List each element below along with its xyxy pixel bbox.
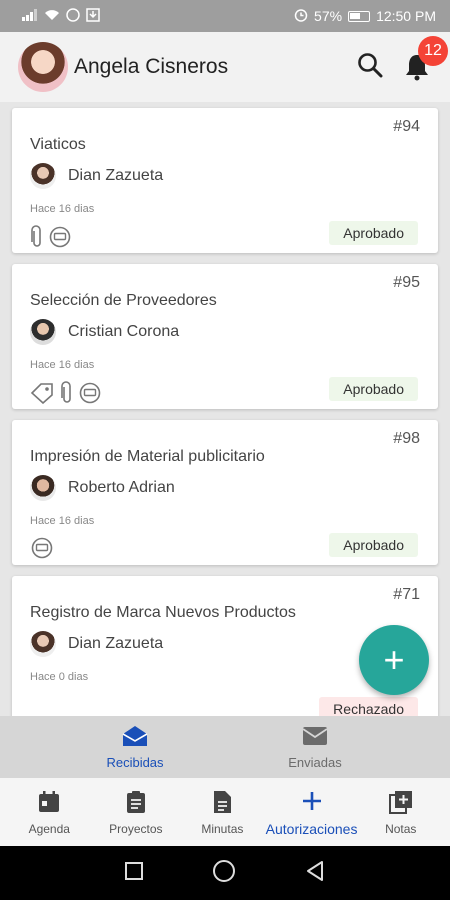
header-actions: 12	[356, 36, 448, 84]
authorization-card[interactable]: #94 Viaticos Dian Zazueta Hace 16 dias A…	[12, 108, 438, 253]
nav-label: Agenda	[28, 821, 70, 836]
calendar-icon	[36, 789, 62, 822]
system-nav-bar	[0, 846, 450, 900]
nav-item-agenda[interactable]: Agenda	[6, 778, 93, 846]
tab-label: Enviadas	[288, 755, 342, 770]
plus-icon: +	[383, 639, 405, 680]
card-id: #94	[393, 118, 420, 135]
card-title: Selección de Proveedores	[30, 292, 217, 309]
status-badge: Aprobado	[329, 533, 418, 557]
card-title: Registro de Marca Nuevos Productos	[30, 604, 296, 621]
card-person: Roberto Adrian	[30, 475, 175, 501]
nav-item-autorizaciones[interactable]: Autorizaciones	[265, 778, 358, 846]
search-icon[interactable]	[356, 51, 384, 84]
nav-item-minutas[interactable]: Minutas	[179, 778, 266, 846]
card-id: #98	[393, 430, 420, 447]
plus-icon	[299, 788, 325, 821]
person-avatar	[30, 163, 56, 189]
tab-recibidas[interactable]: Recibidas	[75, 716, 195, 778]
status-right: 57% 12:50 PM	[294, 8, 436, 25]
status-bar: 57% 12:50 PM	[0, 0, 450, 32]
recent-apps-icon[interactable]	[124, 861, 144, 886]
clipboard-icon	[123, 789, 149, 822]
card-time: Hace 0 dias	[30, 671, 89, 683]
tab-enviadas[interactable]: Enviadas	[255, 716, 375, 778]
card-person: Dian Zazueta	[30, 163, 163, 189]
person-name: Cristian Corona	[68, 323, 180, 340]
paperclip-icon	[30, 225, 44, 254]
authorization-card[interactable]: #95 Selección de Proveedores Cristian Co…	[12, 264, 438, 409]
card-person: Cristian Corona	[30, 319, 179, 345]
nav-label: Autorizaciones	[265, 820, 358, 837]
battery-icon	[348, 10, 371, 22]
download-icon	[86, 7, 100, 25]
signal-icon	[22, 8, 38, 24]
bell-icon	[402, 55, 432, 86]
authorization-list[interactable]: #94 Viaticos Dian Zazueta Hace 16 dias A…	[0, 102, 450, 716]
nav-label: Notas	[385, 821, 417, 836]
chat-icon	[78, 382, 102, 409]
person-name: Roberto Adrian	[68, 479, 175, 496]
home-icon[interactable]	[212, 859, 236, 888]
bottom-nav: Agenda Proyectos Minutas Autorizaciones …	[0, 778, 450, 846]
card-title: Viaticos	[30, 136, 86, 153]
whatsapp-icon	[66, 7, 80, 25]
card-icons	[30, 381, 102, 410]
user-name: Angela Cisneros	[74, 55, 229, 78]
status-badge: Rechazado	[319, 697, 418, 716]
document-icon	[209, 789, 235, 822]
alarm-icon	[294, 8, 308, 25]
tag-icon	[30, 382, 56, 409]
person-avatar	[30, 319, 56, 345]
back-icon[interactable]	[304, 860, 326, 887]
status-left-icons	[22, 7, 100, 25]
add-authorization-button[interactable]: +	[359, 625, 429, 695]
notification-badge: 12	[418, 36, 448, 66]
tab-label: Recibidas	[106, 755, 164, 770]
person-avatar	[30, 475, 56, 501]
person-name: Dian Zazueta	[68, 167, 164, 184]
status-time: 12:50 PM	[376, 8, 436, 24]
nav-label: Proyectos	[109, 821, 163, 836]
sub-tabs: Recibidas Enviadas	[0, 716, 450, 778]
status-badge: Aprobado	[329, 377, 418, 401]
nav-item-notas[interactable]: Notas	[357, 778, 444, 846]
card-title: Impresión de Material publicitario	[30, 448, 265, 465]
card-id: #95	[393, 274, 420, 291]
card-time: Hace 16 dias	[30, 359, 95, 371]
person-name: Dian Zazueta	[68, 635, 164, 652]
person-avatar	[30, 631, 56, 657]
app-header: Angela Cisneros 12	[0, 32, 450, 102]
card-time: Hace 16 dias	[30, 203, 95, 215]
chat-icon	[30, 537, 54, 564]
card-person: Dian Zazueta	[30, 631, 163, 657]
card-time: Hace 16 dias	[30, 515, 95, 527]
chat-icon	[48, 226, 72, 253]
user-avatar[interactable]	[18, 42, 68, 92]
paperclip-icon	[60, 381, 74, 410]
mail-icon	[301, 724, 329, 755]
card-icons	[30, 537, 54, 564]
notifications-button[interactable]: 12	[402, 36, 448, 82]
status-badge: Aprobado	[329, 221, 418, 245]
wifi-icon	[44, 8, 60, 24]
nav-item-proyectos[interactable]: Proyectos	[93, 778, 180, 846]
add-note-icon	[388, 789, 414, 822]
battery-percent: 57%	[314, 8, 343, 24]
inbox-open-icon	[121, 724, 149, 755]
nav-label: Minutas	[201, 821, 244, 836]
authorization-card[interactable]: #98 Impresión de Material publicitario R…	[12, 420, 438, 565]
card-icons	[30, 225, 72, 254]
card-id: #71	[393, 586, 420, 603]
